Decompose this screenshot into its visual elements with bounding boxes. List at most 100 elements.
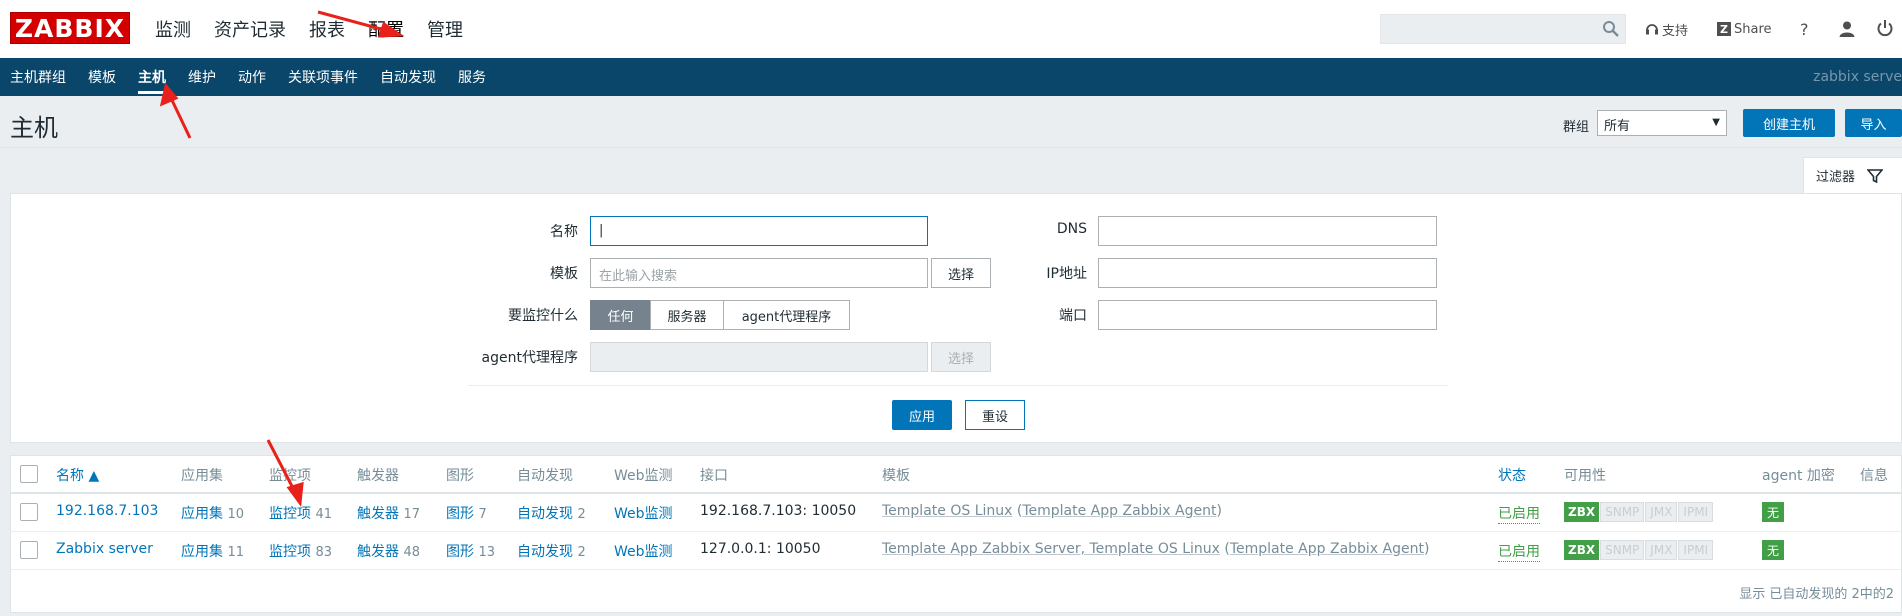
row-checkbox[interactable] [20, 541, 38, 559]
header-divider [11, 492, 1901, 494]
discovery-label[interactable]: 自动发现 [517, 506, 573, 522]
col-web: Web监测 [614, 468, 673, 484]
triggers-label[interactable]: 触发器 [357, 506, 399, 522]
import-button[interactable]: 导入 [1845, 109, 1902, 137]
host-name-link[interactable]: Zabbix server [56, 541, 153, 557]
sign-out-icon[interactable] [1876, 19, 1894, 37]
submenu-event-correlation[interactable]: 关联项事件 [288, 67, 358, 87]
filter-tab[interactable]: 过滤器 [1803, 157, 1902, 193]
items-label[interactable]: 监控项 [269, 506, 311, 522]
submenu-discovery[interactable]: 自动发现 [380, 67, 436, 87]
support-link[interactable]: 支持 [1645, 14, 1688, 44]
parent-template-link[interactable]: Template App Zabbix Agent [1022, 503, 1216, 519]
global-search-input[interactable] [1380, 14, 1626, 44]
web-link[interactable]: Web监测 [614, 503, 673, 523]
col-name[interactable]: 名称 ▲ [56, 465, 99, 485]
triggers-count: 17 [403, 507, 420, 522]
user-profile-icon[interactable] [1838, 20, 1856, 38]
items-link[interactable]: 监控项 41 [269, 503, 332, 523]
applications-link[interactable]: 应用集 11 [181, 541, 244, 561]
search-icon[interactable] [1602, 20, 1620, 38]
monitor-option-any[interactable]: 任何 [590, 300, 651, 330]
help-icon[interactable]: ? [1800, 14, 1809, 44]
ip-input[interactable] [1098, 258, 1437, 288]
col-availability: 可用性 [1564, 468, 1606, 484]
col-items: 监控项 [269, 468, 311, 484]
discovery-link[interactable]: 自动发现 2 [517, 541, 586, 561]
triggers-count: 48 [403, 545, 420, 560]
snmp-badge: SNMP [1600, 540, 1645, 560]
support-label: 支持 [1662, 23, 1689, 39]
status-toggle[interactable]: 已启用 [1498, 503, 1540, 524]
group-select[interactable]: 所有 ▼ [1597, 110, 1727, 136]
graphs-link[interactable]: 图形 7 [446, 503, 487, 523]
web-link[interactable]: Web监测 [614, 541, 673, 561]
submenu-services[interactable]: 服务 [458, 67, 486, 87]
create-host-button[interactable]: 创建主机 [1743, 109, 1835, 137]
filter-icon [1867, 168, 1884, 183]
template-search-input[interactable]: 在此输入搜索 [590, 258, 928, 288]
graphs-label[interactable]: 图形 [446, 506, 474, 522]
template-link[interactable]: Template App Zabbix Server, Template OS … [882, 541, 1220, 557]
name-input[interactable]: | [590, 216, 928, 246]
submenu-hosts[interactable]: 主机 [138, 67, 166, 94]
divider [0, 147, 1902, 148]
monitor-option-proxy[interactable]: agent代理程序 [723, 300, 850, 330]
graphs-count: 13 [478, 545, 495, 560]
name-label: 名称 [550, 224, 578, 240]
submenu-maintenance[interactable]: 维护 [188, 67, 216, 87]
col-triggers: 触发器 [357, 468, 399, 484]
row-checkbox[interactable] [20, 503, 38, 521]
port-input[interactable] [1098, 300, 1437, 330]
menu-monitoring[interactable]: 监测 [155, 16, 191, 42]
status-toggle[interactable]: 已启用 [1498, 541, 1540, 562]
row-divider [11, 531, 1901, 532]
parent-template-link[interactable]: Template App Zabbix Agent [1230, 541, 1424, 557]
discovery-label[interactable]: 自动发现 [517, 544, 573, 560]
graphs-label[interactable]: 图形 [446, 544, 474, 560]
applications-label[interactable]: 应用集 [181, 544, 223, 560]
col-encryption: agent 加密 [1762, 468, 1835, 484]
ipmi-badge: IPMI [1678, 502, 1714, 522]
applications-link[interactable]: 应用集 10 [181, 503, 244, 523]
submenu-actions[interactable]: 动作 [238, 67, 266, 87]
menu-reports[interactable]: 报表 [309, 16, 345, 42]
applications-count: 11 [227, 545, 244, 560]
apply-button[interactable]: 应用 [892, 400, 952, 430]
monitor-label: 要监控什么 [508, 308, 578, 324]
zabbix-logo[interactable]: ZABBIX [10, 12, 130, 44]
template-link[interactable]: Template OS Linux [882, 503, 1012, 519]
col-applications: 应用集 [181, 468, 223, 484]
triggers-link[interactable]: 触发器 17 [357, 503, 420, 523]
items-link[interactable]: 监控项 83 [269, 541, 332, 561]
discovery-link[interactable]: 自动发现 2 [517, 503, 586, 523]
graphs-count: 7 [478, 507, 487, 522]
table-footer-summary: 显示 已自动发现的 2中的2 [1739, 587, 1894, 602]
discovery-count: 2 [577, 507, 586, 522]
proxy-label: agent代理程序 [481, 350, 578, 366]
menu-configuration[interactable]: 配置 [368, 16, 404, 42]
templates-cell: Template App Zabbix Server, Template OS … [882, 541, 1430, 557]
reset-button[interactable]: 重设 [965, 400, 1025, 430]
select-all-checkbox[interactable] [20, 465, 38, 483]
graphs-link[interactable]: 图形 13 [446, 541, 495, 561]
host-name-link[interactable]: 192.168.7.103 [56, 503, 158, 519]
menu-inventory[interactable]: 资产记录 [214, 16, 286, 42]
menu-administration[interactable]: 管理 [427, 16, 463, 42]
page-title: 主机 [10, 114, 58, 142]
jmx-badge: JMX [1645, 502, 1678, 522]
zbx-badge: ZBX [1564, 540, 1600, 560]
submenu-templates[interactable]: 模板 [88, 67, 116, 87]
discovery-count: 2 [577, 545, 586, 560]
monitor-option-server[interactable]: 服务器 [650, 300, 724, 330]
col-status[interactable]: 状态 [1498, 465, 1526, 485]
applications-label[interactable]: 应用集 [181, 506, 223, 522]
submenu-host-groups[interactable]: 主机群组 [10, 67, 66, 87]
share-link[interactable]: Z Share [1717, 14, 1772, 44]
encryption-badge: 无 [1762, 502, 1784, 522]
triggers-link[interactable]: 触发器 48 [357, 541, 420, 561]
items-label[interactable]: 监控项 [269, 544, 311, 560]
triggers-label[interactable]: 触发器 [357, 544, 399, 560]
zbx-badge: ZBX [1564, 502, 1600, 522]
dns-input[interactable] [1098, 216, 1437, 246]
